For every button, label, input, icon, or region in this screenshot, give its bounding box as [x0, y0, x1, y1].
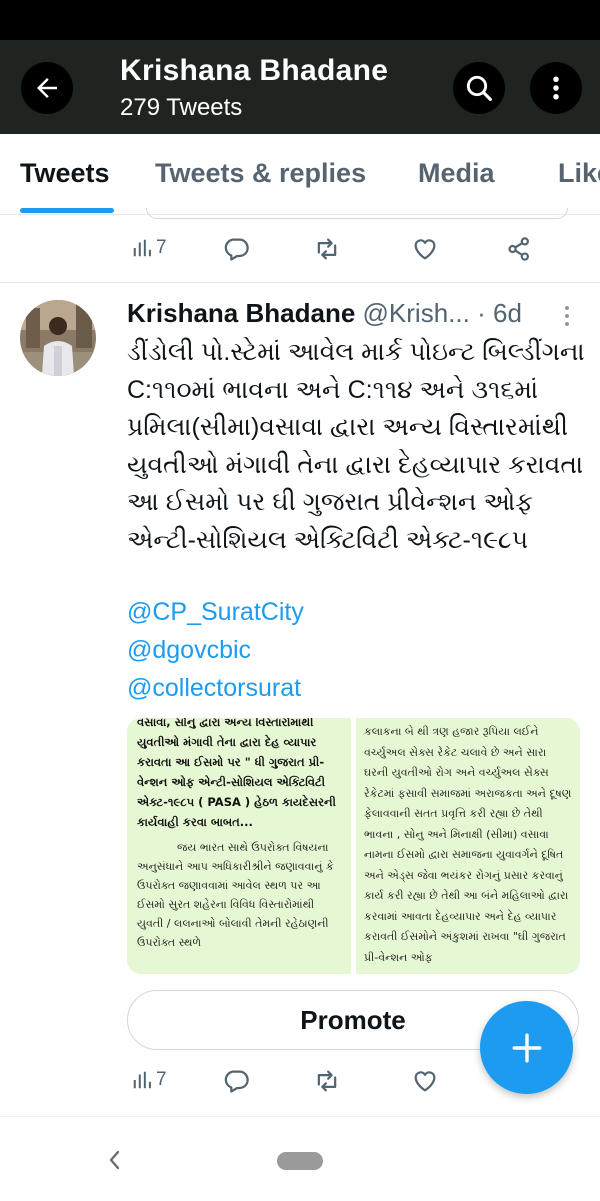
system-back-button[interactable]: [106, 1149, 124, 1176]
media-image-left[interactable]: વસાવા, સોનુ દ્વારા અન્ય વિસ્તારોમાંથી યુ…: [127, 718, 351, 974]
image-left-heading: વસાવા, સોનુ દ્વારા અન્ય વિસ્તારોમાંથી યુ…: [137, 718, 336, 829]
reply-button[interactable]: [222, 1067, 250, 1095]
profile-header: Krishana Bhadane 279 Tweets: [0, 40, 600, 134]
previous-tweet-actions: 7: [0, 229, 600, 269]
image-left-body: જય ભારત સાથે ઉપરોક્ત વિષયના અનુસંધાને આપ…: [137, 841, 334, 949]
status-bar: [0, 0, 600, 40]
heart-icon: [414, 1071, 436, 1092]
back-button[interactable]: [21, 62, 73, 114]
views-icon: [133, 1071, 151, 1089]
system-navigation-bar: [0, 1116, 600, 1201]
profile-tabs: Tweets Tweets & replies Media Likes: [0, 134, 600, 215]
header-separator: ·: [477, 298, 486, 328]
views-count: 7: [156, 1069, 167, 1090]
more-vertical-icon: [565, 306, 569, 326]
compose-tweet-button[interactable]: [480, 1001, 573, 1094]
tweet-more-button[interactable]: [558, 304, 576, 333]
like-button[interactable]: [411, 235, 439, 263]
more-vertical-icon: [553, 76, 559, 100]
tweet-media[interactable]: વસાવા, સોનુ દ્વારા અન્ય વિસ્તારોમાંથી યુ…: [127, 718, 580, 974]
mention-link[interactable]: @collectorsurat: [127, 674, 301, 703]
views-count: 7: [156, 237, 167, 258]
tab-media[interactable]: Media: [418, 158, 495, 189]
reply-button[interactable]: [222, 235, 250, 263]
retweet-icon: [317, 238, 337, 260]
search-icon: [466, 75, 492, 101]
more-options-button[interactable]: [530, 62, 582, 114]
tweet-time[interactable]: 6d: [493, 298, 522, 328]
home-pill-icon[interactable]: [277, 1152, 323, 1170]
media-image-right[interactable]: કલાકના બે થી ત્રણ હજાર રૂપિયા લઈને વર્ચ્…: [356, 718, 580, 974]
previous-tweet-card-edge: [146, 208, 568, 219]
chevron-left-icon: [109, 1150, 120, 1170]
mention-link[interactable]: @CP_SuratCity: [127, 598, 304, 627]
profile-name: Krishana Bhadane: [120, 54, 389, 87]
mention-link[interactable]: @dgovcbic: [127, 636, 251, 665]
search-button[interactable]: [453, 62, 505, 114]
like-button[interactable]: [411, 1067, 439, 1095]
retweet-button[interactable]: [313, 235, 341, 263]
retweet-button[interactable]: [313, 1067, 341, 1095]
tab-likes[interactable]: Likes: [558, 158, 600, 189]
tweet-text: ડીંડોલી પો.સ્ટેમાં આવેલ માર્ક પોઇન્ટ બિલ…: [127, 338, 585, 554]
plus-icon: [512, 1033, 541, 1062]
tab-tweets-and-replies[interactable]: Tweets & replies: [155, 158, 366, 189]
reply-icon: [224, 1070, 249, 1093]
tab-tweets[interactable]: Tweets: [20, 158, 110, 189]
reply-icon: [224, 238, 249, 261]
tweet-count: 279 Tweets: [120, 94, 243, 121]
heart-icon: [414, 239, 436, 260]
views-button[interactable]: 7: [131, 237, 167, 259]
tweet-header: Krishana Bhadane @Krish... · 6d: [127, 298, 587, 332]
share-button[interactable]: [505, 235, 533, 263]
retweet-icon: [317, 1070, 337, 1092]
views-icon: [133, 239, 151, 257]
author-name[interactable]: Krishana Bhadane: [127, 298, 355, 328]
views-button[interactable]: 7: [131, 1069, 167, 1091]
share-icon: [508, 237, 529, 261]
active-tab-indicator: [20, 208, 114, 213]
image-right-body: કલાકના બે થી ત્રણ હજાર રૂપિયા લઈને વર્ચ્…: [364, 725, 572, 964]
arrow-left-icon: [37, 78, 57, 98]
author-handle[interactable]: @Krish...: [363, 298, 470, 328]
tweet-divider: [0, 282, 600, 283]
avatar[interactable]: [20, 300, 96, 376]
